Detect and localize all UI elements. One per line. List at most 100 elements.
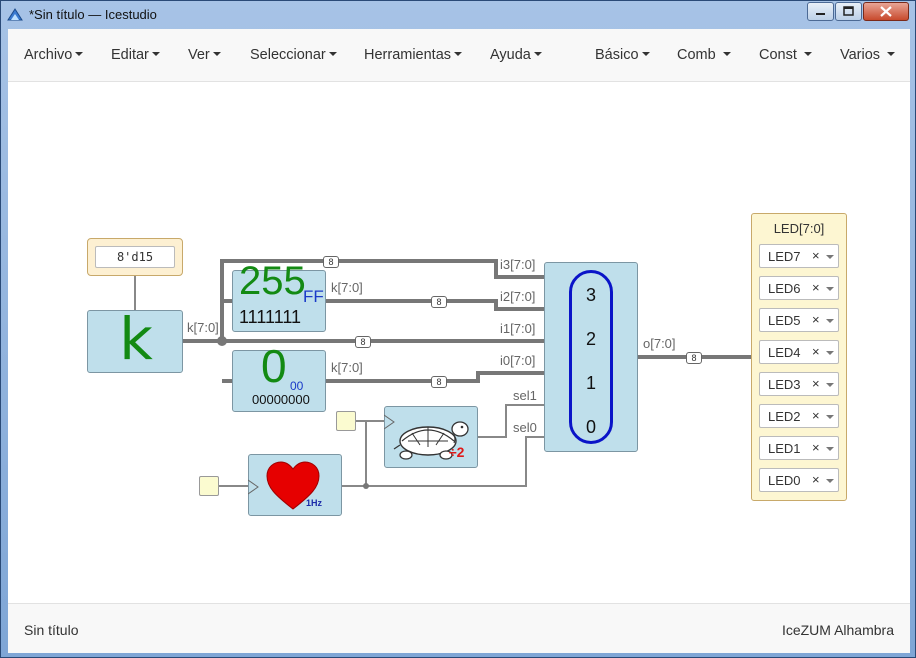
display-255-block[interactable]: 255 FF 1111111 bbox=[232, 259, 326, 332]
k-output-label: k[7:0] bbox=[187, 320, 219, 335]
prescaler-factor: ÷2 bbox=[449, 444, 465, 460]
led-label: LED6 bbox=[768, 281, 801, 296]
menu-ayuda[interactable]: Ayuda bbox=[490, 47, 542, 63]
close-button[interactable] bbox=[863, 2, 909, 21]
clock-block[interactable]: 1Hz bbox=[248, 454, 342, 516]
circuit-canvas[interactable]: 8 8 8 8 8 8'd15 k k[7:0] 255 FF 1111111 … bbox=[8, 82, 910, 603]
prescaler-input-pin[interactable] bbox=[336, 411, 356, 431]
menu-seleccionar[interactable]: Seleccionar bbox=[250, 47, 337, 63]
app-window: *Sin título — Icestudio Archivo Editar V… bbox=[0, 0, 916, 658]
bus-width-badge: 8 bbox=[686, 352, 702, 364]
mux-input-i0-label: i0[7:0] bbox=[500, 353, 536, 368]
menu-archivo[interactable]: Archivo bbox=[24, 47, 84, 63]
menu-comb-label: Comb bbox=[677, 47, 716, 63]
dropdown-arrow-icon[interactable] bbox=[826, 287, 834, 291]
menu-editar[interactable]: Editar bbox=[111, 47, 160, 63]
mux-input-i3-label: i3[7:0] bbox=[500, 257, 536, 272]
menu-basico[interactable]: Básico bbox=[595, 47, 650, 63]
maximize-button[interactable] bbox=[835, 2, 862, 21]
caret-down-icon bbox=[722, 52, 731, 57]
dropdown-arrow-icon[interactable] bbox=[826, 319, 834, 323]
menu-ver[interactable]: Ver bbox=[188, 47, 221, 63]
menu-bar: Archivo Editar Ver Seleccionar Herramien… bbox=[8, 29, 910, 82]
bus-width-badge: 8 bbox=[323, 256, 339, 268]
led-label: LED3 bbox=[768, 377, 801, 392]
led-select-led6[interactable]: LED6 × bbox=[759, 276, 839, 300]
project-name: Sin título bbox=[24, 622, 79, 638]
led-label: LED2 bbox=[768, 409, 801, 424]
remove-icon[interactable]: × bbox=[812, 344, 820, 359]
clock-edge-icon bbox=[248, 479, 259, 495]
prescaler-block[interactable]: ÷2 bbox=[384, 406, 478, 468]
led-label: LED5 bbox=[768, 313, 801, 328]
menu-seleccionar-label: Seleccionar bbox=[250, 47, 326, 63]
maximize-icon bbox=[843, 6, 854, 16]
mux-item-3: 3 bbox=[585, 285, 596, 305]
dropdown-arrow-icon[interactable] bbox=[826, 383, 834, 387]
title-bar: *Sin título — Icestudio bbox=[1, 1, 915, 29]
remove-icon[interactable]: × bbox=[812, 248, 820, 263]
remove-icon[interactable]: × bbox=[812, 376, 820, 391]
bus-width-badge: 8 bbox=[431, 296, 447, 308]
mux-item-1: 1 bbox=[585, 373, 596, 393]
dropdown-arrow-icon[interactable] bbox=[826, 479, 834, 483]
minimize-button[interactable] bbox=[807, 2, 834, 21]
caret-down-icon bbox=[75, 52, 84, 57]
led-label: LED1 bbox=[768, 441, 801, 456]
display-0-block[interactable]: 0 00 00000000 bbox=[232, 340, 326, 412]
caret-down-icon bbox=[887, 52, 896, 57]
led-select-led4[interactable]: LED4 × bbox=[759, 340, 839, 364]
bus-width-badge: 8 bbox=[355, 336, 371, 348]
caret-down-icon bbox=[328, 52, 337, 57]
display-0-input-label: k[7:0] bbox=[331, 360, 363, 375]
status-bar: Sin título IceZUM Alhambra bbox=[8, 603, 910, 653]
menu-herramientas-label: Herramientas bbox=[364, 47, 452, 63]
led-label: LED4 bbox=[768, 345, 801, 360]
menu-basico-label: Básico bbox=[595, 47, 639, 63]
led-output-panel[interactable]: LED[7:0] LED7 × LED6 × LED5 × LED4 × LED3 × L… bbox=[751, 213, 847, 501]
menu-varios[interactable]: Varios bbox=[840, 47, 896, 63]
led-select-led5[interactable]: LED5 × bbox=[759, 308, 839, 332]
constant-param-box: 8'd15 bbox=[87, 238, 183, 276]
led-label: LED7 bbox=[768, 249, 801, 264]
clock-input-pin[interactable] bbox=[199, 476, 219, 496]
caret-down-icon bbox=[212, 52, 221, 57]
dropdown-arrow-icon[interactable] bbox=[826, 415, 834, 419]
caret-down-icon bbox=[803, 52, 812, 57]
dropdown-arrow-icon[interactable] bbox=[826, 351, 834, 355]
led-select-led2[interactable]: LED2 × bbox=[759, 404, 839, 428]
window-title: *Sin título — Icestudio bbox=[29, 7, 157, 22]
constant-param-input[interactable]: 8'd15 bbox=[95, 246, 175, 268]
mux-item-2: 2 bbox=[585, 329, 596, 349]
led-panel-title: LED[7:0] bbox=[773, 221, 825, 236]
led-select-led1[interactable]: LED1 × bbox=[759, 436, 839, 460]
dropdown-arrow-icon[interactable] bbox=[826, 255, 834, 259]
display-255-input-label: k[7:0] bbox=[331, 280, 363, 295]
bus-width-badge: 8 bbox=[431, 376, 447, 388]
display-0-bits: 00000000 bbox=[252, 392, 310, 407]
caret-down-icon bbox=[454, 52, 463, 57]
remove-icon[interactable]: × bbox=[812, 408, 820, 423]
constant-k-block[interactable]: k bbox=[87, 305, 183, 373]
remove-icon[interactable]: × bbox=[812, 280, 820, 295]
menu-comb[interactable]: Comb bbox=[677, 47, 731, 63]
close-icon bbox=[880, 6, 892, 17]
menu-varios-label: Varios bbox=[840, 47, 881, 63]
menu-herramientas[interactable]: Herramientas bbox=[364, 47, 463, 63]
board-name[interactable]: IceZUM Alhambra bbox=[782, 622, 894, 638]
remove-icon[interactable]: × bbox=[812, 440, 820, 455]
menu-ver-label: Ver bbox=[188, 47, 210, 63]
led-select-led7[interactable]: LED7 × bbox=[759, 244, 839, 268]
dropdown-arrow-icon[interactable] bbox=[826, 447, 834, 451]
led-select-led0[interactable]: LED0 × bbox=[759, 468, 839, 492]
remove-icon[interactable]: × bbox=[812, 472, 820, 487]
remove-icon[interactable]: × bbox=[812, 312, 820, 327]
menu-const[interactable]: Const bbox=[759, 47, 812, 63]
mux-selector-oval: 3 2 1 0 bbox=[569, 270, 613, 444]
caret-down-icon bbox=[533, 52, 542, 57]
led-select-led3[interactable]: LED3 × bbox=[759, 372, 839, 396]
menu-const-label: Const bbox=[759, 47, 797, 63]
display-255-bits: 1111111 bbox=[239, 307, 302, 327]
mux-block[interactable]: 3 2 1 0 bbox=[544, 262, 638, 452]
mux-output-label: o[7:0] bbox=[643, 336, 676, 351]
